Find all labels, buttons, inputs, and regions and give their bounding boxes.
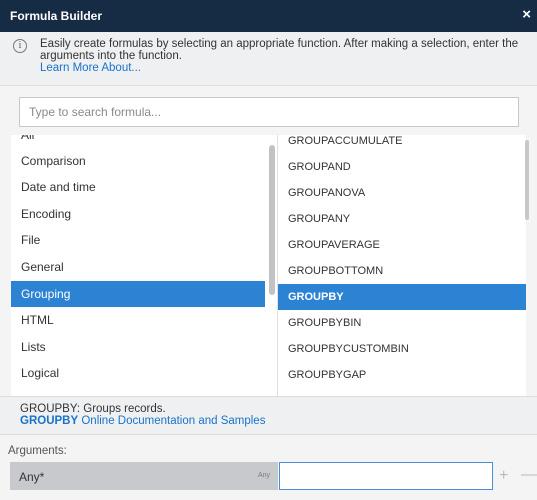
remove-argument-icon[interactable]: — (521, 466, 537, 484)
title-bar: Formula Builder × (0, 0, 537, 32)
category-scrollbar[interactable] (269, 145, 275, 295)
function-item-groupanova[interactable]: GROUPANOVA (278, 180, 526, 206)
function-item-groupaccumulate[interactable]: GROUPACCUMULATE (278, 135, 526, 154)
function-item-groupbygap[interactable]: GROUPBYGAP (278, 362, 526, 388)
close-icon[interactable]: × (522, 7, 531, 23)
documentation-link[interactable]: GROUPBY Online Documentation and Samples (20, 415, 265, 427)
info-text: Easily create formulas by selecting an a… (40, 38, 519, 62)
info-icon: i (13, 39, 27, 53)
info-banner: i Easily create formulas by selecting an… (0, 32, 537, 85)
window-title: Formula Builder (10, 9, 103, 23)
add-argument-icon[interactable]: + (499, 467, 508, 485)
function-description: GROUPBY: Groups records. GROUPBY Online … (0, 396, 537, 434)
search-section (0, 85, 537, 137)
function-item-groupaverage[interactable]: GROUPAVERAGE (278, 232, 526, 258)
category-item-lists[interactable]: Lists (11, 334, 265, 360)
learn-more-link[interactable]: Learn More About... (40, 62, 520, 74)
documentation-function-name[interactable]: GROUPBY (20, 415, 78, 427)
info-text-block: Easily create formulas by selecting an a… (40, 38, 520, 74)
function-item-groupany[interactable]: GROUPANY (278, 206, 526, 232)
function-item-groupbybin[interactable]: GROUPBYBIN (278, 310, 526, 336)
category-item-encoding[interactable]: Encoding (11, 201, 265, 227)
category-item-comparison[interactable]: Comparison (11, 148, 265, 174)
category-item-grouping[interactable]: Grouping (11, 281, 265, 307)
documentation-link-text[interactable]: Online Documentation and Samples (78, 415, 265, 427)
function-list[interactable]: GROUPACCUMULATE GROUPAND GROUPANOVA GROU… (277, 135, 526, 396)
argument-type: Any (257, 472, 270, 479)
argument-name-box: Any* Any (10, 462, 278, 490)
function-item-groupbottomn[interactable]: GROUPBOTTOMN (278, 258, 526, 284)
arguments-label: Arguments: (8, 445, 67, 457)
category-list[interactable]: All Comparison Date and time Encoding Fi… (11, 135, 265, 396)
function-summary: GROUPBY: Groups records. (20, 403, 166, 415)
arguments-header: Arguments: (0, 434, 537, 462)
category-item-all[interactable]: All (11, 135, 265, 148)
category-item-file[interactable]: File (11, 227, 265, 253)
function-browser: All Comparison Date and time Encoding Fi… (11, 135, 526, 396)
argument-value-input[interactable] (279, 462, 493, 490)
argument-name: Any* (19, 470, 45, 484)
search-input[interactable] (19, 97, 519, 127)
function-item-groupby[interactable]: GROUPBY (278, 284, 526, 310)
category-item-general[interactable]: General (11, 254, 265, 280)
function-item-groupbycustombin[interactable]: GROUPBYCUSTOMBIN (278, 336, 526, 362)
argument-row: Any* Any + — (0, 462, 537, 490)
category-item-date-and-time[interactable]: Date and time (11, 174, 265, 200)
category-item-logical[interactable]: Logical (11, 360, 265, 386)
category-item-html[interactable]: HTML (11, 307, 265, 333)
function-scrollbar[interactable] (525, 140, 529, 220)
function-item-groupand[interactable]: GROUPAND (278, 154, 526, 180)
